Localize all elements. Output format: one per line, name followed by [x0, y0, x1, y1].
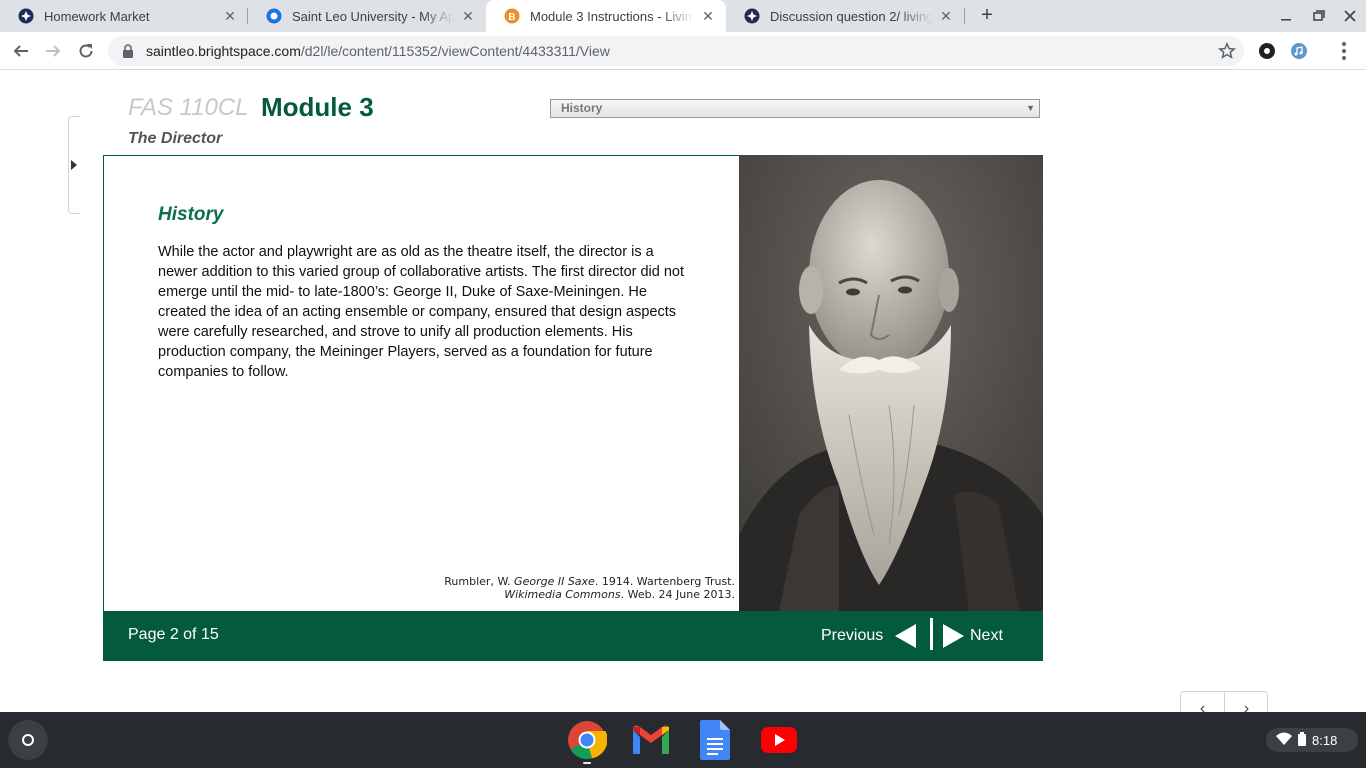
tab-title: Homework Market: [44, 8, 150, 24]
previous-arrow-icon: [895, 624, 917, 648]
extension-music-icon[interactable]: [1291, 43, 1307, 59]
dropdown-caret-icon: ▼: [1026, 103, 1035, 113]
course-code: FAS 110CL: [128, 94, 249, 121]
back-arrow-icon[interactable]: [8, 38, 34, 64]
tab-strip: Homework Market ✕ Saint Leo University -…: [0, 0, 1366, 32]
launcher-circle-icon: [22, 734, 34, 746]
page-select-value: History: [561, 101, 603, 115]
next-label: Next: [970, 627, 1003, 644]
bookmark-star-icon[interactable]: [1217, 41, 1237, 63]
battery-icon: [1298, 731, 1306, 749]
portrait-photo: [739, 155, 1043, 611]
tab-saint-leo[interactable]: Saint Leo University - My Applica ✕: [248, 0, 486, 32]
tab-title: Discussion question 2/ living the: [770, 8, 932, 24]
image-caption: Rumbler, W. George II Saxe. 1914. Warten…: [444, 575, 735, 601]
expand-arrow-icon: [71, 160, 77, 170]
close-window-icon[interactable]: [1340, 6, 1360, 26]
previous-label: Previous: [821, 627, 884, 644]
browser-menu-icon[interactable]: [1336, 40, 1352, 62]
page-footer-bar: Page 2 of 15 Previous Next: [103, 611, 1043, 661]
os-shelf: 8:18: [0, 712, 1366, 768]
extension-icon[interactable]: [1259, 43, 1275, 59]
tab-separator: [964, 8, 965, 24]
previous-button[interactable]: Previous: [821, 619, 917, 653]
youtube-icon[interactable]: [759, 720, 799, 760]
tab-homework-market[interactable]: Homework Market ✕: [0, 0, 248, 32]
docs-icon[interactable]: [695, 720, 735, 760]
page-select-dropdown[interactable]: History ▼: [550, 99, 1040, 118]
restore-icon[interactable]: [1308, 6, 1328, 26]
nav-divider: [930, 618, 933, 650]
close-icon[interactable]: ✕: [460, 8, 476, 24]
module-title: Module 3: [261, 92, 374, 122]
saint-leo-favicon: [266, 8, 282, 24]
content-panel: History While the actor and playwright a…: [103, 155, 1043, 611]
homework-market-favicon: [18, 8, 34, 24]
new-tab-plus-icon[interactable]: +: [975, 4, 999, 28]
clock-time: 8:18: [1312, 732, 1338, 748]
gmail-icon[interactable]: [631, 720, 671, 760]
caption-work: George II Saxe: [514, 575, 595, 588]
next-button[interactable]: Next: [943, 619, 1003, 653]
tab-discussion[interactable]: Discussion question 2/ living the ✕: [726, 0, 964, 32]
status-tray[interactable]: 8:18: [1266, 728, 1358, 752]
close-icon[interactable]: ✕: [222, 8, 238, 24]
address-bar[interactable]: saintleo.brightspace.com/d2l/le/content/…: [108, 36, 1244, 66]
caption-details: . 1914. Wartenberg Trust.: [594, 575, 735, 588]
caption-author: Rumbler, W.: [444, 575, 515, 588]
close-icon[interactable]: ✕: [938, 8, 954, 24]
svg-text:B: B: [508, 12, 515, 23]
lock-icon: [122, 44, 134, 58]
reload-icon[interactable]: [73, 38, 99, 64]
url-host: saintleo.brightspace.com: [146, 43, 301, 59]
caption-source: Wikimedia Commons: [504, 588, 621, 601]
section-title: History: [158, 204, 224, 225]
page-count: Page 2 of 15: [128, 626, 219, 643]
body-paragraph: While the actor and playwright are as ol…: [158, 244, 685, 380]
module-subtitle: The Director: [128, 130, 223, 147]
running-indicator: [583, 762, 591, 764]
browser-toolbar: saintleo.brightspace.com/d2l/le/content/…: [0, 32, 1366, 70]
launcher-button[interactable]: [8, 720, 48, 760]
caption-date: . Web. 24 June 2013.: [620, 588, 735, 601]
next-arrow-icon: [943, 624, 964, 648]
tab-module-3[interactable]: B Module 3 Instructions - Living th ✕: [486, 0, 726, 32]
tab-title: Module 3 Instructions - Living th: [530, 8, 694, 24]
homework-market-favicon: [744, 8, 760, 24]
tab-title: Saint Leo University - My Applica: [292, 8, 454, 24]
wifi-icon: [1276, 732, 1292, 749]
brightspace-favicon: B: [504, 8, 520, 24]
url-path: /d2l/le/content/115352/viewContent/44333…: [300, 43, 610, 59]
minimize-icon[interactable]: [1276, 6, 1296, 26]
content-sidebar-toggle[interactable]: [68, 116, 80, 214]
chrome-icon[interactable]: [567, 720, 607, 760]
forward-arrow-icon[interactable]: [40, 38, 66, 64]
close-icon[interactable]: ✕: [700, 8, 716, 24]
